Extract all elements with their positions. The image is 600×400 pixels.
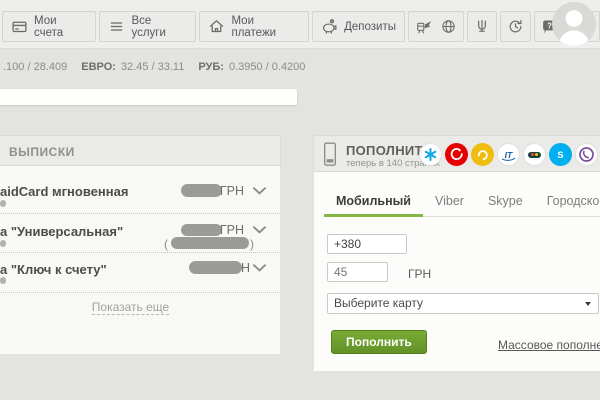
phone-number-input[interactable] — [327, 234, 407, 254]
tab-mobile[interactable]: Мобильный — [324, 188, 423, 217]
card-select[interactable]: Выберите карту — [327, 293, 599, 314]
eur-rate: 32.45 / 33.11 — [121, 61, 184, 73]
card-number-fragment — [0, 240, 6, 247]
vodafone-logo-icon — [445, 143, 468, 166]
menu-list-icon — [108, 18, 125, 35]
rub-rate: 0.3950 / 0.4200 — [229, 61, 305, 73]
currency-rates: .100 / 28.409 ЕВРО: 32.45 / 33.11 РУБ: 0.395… — [3, 61, 305, 73]
eur-label: ЕВРО: — [81, 61, 116, 73]
viber-logo-icon — [575, 143, 598, 166]
card-name: a "Универсальная" — [0, 224, 123, 239]
svg-text:IT: IT — [505, 150, 513, 160]
history-clock-icon — [507, 18, 524, 35]
card-select-value: Выберите карту — [334, 296, 423, 310]
history-button[interactable] — [500, 11, 531, 42]
tab-viber[interactable]: Viber — [423, 188, 476, 217]
tab-all-services[interactable]: Все услуги — [99, 11, 196, 42]
tab-my-payments[interactable]: Мои платежи — [199, 11, 309, 42]
masked-amount — [181, 184, 222, 197]
topup-submit-button[interactable]: Пополнить — [331, 330, 427, 354]
row-divider — [0, 213, 280, 214]
search-input[interactable] — [0, 89, 297, 105]
3mob-logo-icon — [523, 143, 546, 166]
tab-skype[interactable]: Skype — [476, 188, 535, 217]
lifecell-logo-icon — [471, 143, 494, 166]
show-more-link[interactable]: Показать еще — [92, 300, 169, 315]
tab-label: Все услуги — [131, 15, 187, 39]
card-number-fragment — [0, 277, 6, 284]
operator-logos: IT S — [419, 143, 598, 166]
currency-label: ГРН — [220, 223, 244, 237]
statements-header: ВЫПИСКИ — [0, 135, 281, 166]
amount-currency-label: ГРН — [408, 267, 431, 281]
topup-tabs: Мобильный Viber Skype Городской — [324, 188, 600, 217]
top-toolbar-strip: Мои счета Все услуги Мои платежи Депозит… — [0, 0, 600, 49]
topup-panel: Мобильный Viber Skype Городской ГРН Выбе… — [313, 172, 600, 372]
rub-label: РУБ: — [198, 61, 224, 73]
travel-button[interactable] — [408, 11, 464, 42]
trident-icon — [474, 18, 490, 35]
statements-title: ВЫПИСКИ — [9, 145, 75, 159]
masked-credit-limit — [171, 237, 249, 249]
mobile-phone-icon — [322, 141, 338, 168]
tab-label: Мои платежи — [231, 15, 300, 39]
page: Мои счета Все услуги Мои платежи Депозит… — [0, 0, 600, 400]
paren-close: ) — [250, 237, 254, 251]
dropdown-arrow-icon — [585, 302, 591, 306]
globe-icon — [440, 18, 457, 35]
bulk-topup-link[interactable]: Массовое пополнение — [498, 338, 600, 352]
main-toolbar: Мои счета Все услуги Мои платежи Депозит… — [2, 11, 600, 42]
currency-label: ГРН — [220, 184, 244, 198]
piggy-bank-icon — [321, 18, 338, 35]
trident-button[interactable] — [467, 11, 497, 42]
uah-rate-fragment: .100 / 28.409 — [3, 61, 67, 73]
home-icon — [208, 18, 225, 35]
train-plane-icon — [415, 18, 434, 35]
chevron-down-icon[interactable] — [253, 187, 266, 195]
chevron-down-icon[interactable] — [253, 264, 266, 272]
topup-header: ПОПОЛНИТЬ теперь в 140 странах IT S — [313, 135, 600, 172]
chevron-down-icon[interactable] — [253, 226, 266, 234]
card-name: a "Ключ к счету" — [0, 262, 107, 277]
card-number-fragment — [0, 200, 6, 207]
tab-label: Депозиты — [344, 21, 396, 33]
amount-input[interactable] — [327, 262, 388, 282]
card-name: aidCard мгновенная — [0, 184, 128, 199]
intertelecom-logo-icon: IT — [497, 143, 520, 166]
statements-panel: aidCard мгновенная ГРН a "Универсальная"… — [0, 166, 281, 355]
row-divider — [0, 292, 280, 293]
user-avatar[interactable] — [552, 2, 596, 46]
credit-card-icon — [11, 18, 28, 35]
row-divider — [0, 252, 280, 253]
tab-deposits[interactable]: Депозиты — [312, 11, 405, 42]
skype-logo-icon: S — [549, 143, 572, 166]
tab-label: Мои счета — [34, 15, 87, 39]
tab-landline[interactable]: Городской — [535, 188, 600, 217]
svg-text:S: S — [557, 150, 563, 160]
kyivstar-logo-icon — [419, 143, 442, 166]
paren-open: ( — [164, 237, 168, 251]
currency-label: Н — [241, 261, 250, 275]
tab-my-accounts[interactable]: Мои счета — [2, 11, 96, 42]
masked-amount — [189, 261, 242, 274]
masked-amount — [181, 224, 222, 236]
